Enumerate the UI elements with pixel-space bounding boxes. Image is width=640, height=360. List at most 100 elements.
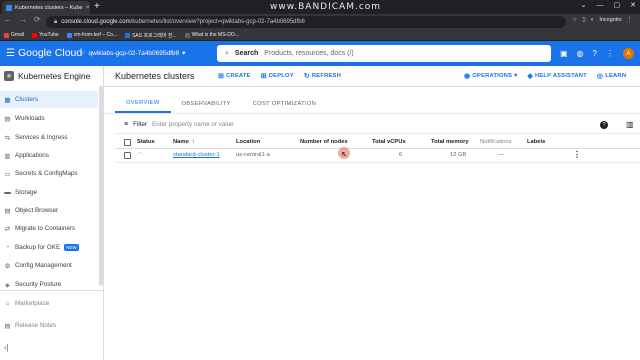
column-notifications[interactable]: Notifications: [480, 139, 512, 145]
tabs-divider: [104, 113, 640, 114]
google-cloud-logo[interactable]: Google Cloud: [18, 47, 82, 59]
minimize-icon[interactable]: —: [597, 2, 604, 9]
tab-cost-optimization[interactable]: COST OPTIMIZATION: [242, 101, 328, 112]
cluster-name-link[interactable]: standard-cluster-1: [173, 152, 220, 158]
right-actions: ◉ OPERATIONS ▾ ◆ HELP ASSISTANT ◎ LEARN: [464, 72, 626, 80]
column-nodes[interactable]: Number of nodes: [300, 139, 348, 145]
sidebar-item-label: Applications: [15, 152, 49, 159]
refresh-icon: ↻: [303, 73, 310, 80]
avatar[interactable]: A: [623, 48, 634, 59]
services-icon: ⇆: [4, 134, 11, 142]
filter-input[interactable]: Enter property name or value: [152, 121, 234, 128]
bookmark-sas[interactable]: SAS 프로그래머 전...: [125, 32, 177, 39]
sidepanel-icon[interactable]: ▯: [582, 16, 585, 23]
bookmark-label: Gmail: [11, 32, 25, 38]
help-assistant-label: HELP ASSISTANT: [534, 73, 587, 79]
config-icon: ⚙: [4, 262, 11, 270]
project-selector[interactable]: ⁘ qwiklabs-gcp-02-7a4b0695dfb8 ▾: [80, 49, 185, 58]
bookmarks-bar: Gmail YouTube vm-from-terf – Co... SAS 프…: [0, 30, 640, 41]
column-status[interactable]: Status: [137, 139, 155, 145]
column-location[interactable]: Location: [236, 139, 260, 145]
gmail-icon: [4, 32, 9, 38]
row-actions-icon[interactable]: ⋮: [573, 150, 581, 159]
kubernetes-engine-icon: ✵: [4, 71, 14, 81]
column-name[interactable]: Name: [173, 139, 189, 145]
browser-tab[interactable]: Kubernetes clusters – Kubernete ×: [2, 1, 90, 14]
storage-icon: ▬: [4, 189, 11, 196]
help-assistant-icon: ◆: [527, 73, 533, 80]
select-all-checkbox[interactable]: [124, 139, 131, 146]
help-icon[interactable]: ?: [593, 49, 597, 58]
sidebar-item-object-browser[interactable]: ▤ Object Browser: [0, 202, 98, 219]
sidebar-item-label: Clusters: [15, 96, 39, 103]
tab-observability[interactable]: OBSERVABILITY: [171, 101, 242, 112]
column-memory[interactable]: Total memory: [431, 139, 469, 145]
deploy-icon: ⊞: [260, 73, 267, 80]
new-tab-button[interactable]: +: [94, 1, 100, 13]
help-icon[interactable]: ?: [600, 121, 608, 129]
sidebar-item-config-management[interactable]: ⚙ Config Management: [0, 257, 98, 274]
search-placeholder: Products, resources, docs (/): [264, 50, 354, 57]
incognito-icon[interactable]: ◐: [591, 17, 595, 23]
notifications-icon[interactable]: ◍: [577, 49, 584, 58]
bookmark-vm-from-terf[interactable]: vm-from-terf – Co...: [66, 32, 117, 38]
create-button[interactable]: ⊞ CREATE: [218, 72, 251, 80]
navigation-buttons: ← → ⟳: [4, 15, 41, 24]
brand-name: Google Cloud: [18, 47, 83, 59]
header-icons: ▣ ◍ ? ⋮ A: [560, 48, 634, 59]
sidebar-item-backup-for-gke[interactable]: ◔ Backup for GKE NEW: [0, 239, 98, 256]
sidebar-item-clusters[interactable]: ▦ Clusters: [0, 91, 98, 108]
help-assistant-button[interactable]: ◆ HELP ASSISTANT: [527, 72, 587, 80]
bookmark-ms-do[interactable]: What is the MS-DO...: [184, 32, 239, 38]
sidebar-item-services-ingress[interactable]: ⇆ Services & Ingress: [0, 129, 98, 146]
sidebar-item-release-notes[interactable]: ▤ Release Notes: [0, 317, 98, 334]
applications-icon: ▥: [4, 152, 11, 160]
operations-button[interactable]: ◉ OPERATIONS ▾: [464, 72, 517, 80]
url-host: console.cloud.google.com: [61, 19, 131, 25]
product-name: Kubernetes Engine: [18, 71, 91, 81]
toolbar-divider: [104, 86, 640, 87]
close-window-icon[interactable]: ✕: [630, 1, 636, 9]
search-bar[interactable]: ⌕ Search Products, resources, docs (/): [217, 45, 551, 62]
watermark-main: www.BANDICAM: [270, 2, 355, 12]
bookmark-star-icon[interactable]: ☆: [572, 16, 577, 23]
sidebar-item-migrate-to-containers[interactable]: ⇄ Migrate to Containers: [0, 220, 98, 237]
filter-bar[interactable]: ≡ Filter Enter property name or value: [124, 121, 234, 128]
main-menu-icon[interactable]: ☰: [6, 48, 15, 59]
address-bar[interactable]: 🔒︎ console.cloud.google.com/kubernetes/l…: [46, 16, 566, 28]
deploy-button[interactable]: ⊞ DEPLOY: [261, 72, 294, 80]
sidebar-item-marketplace[interactable]: ⌂ Marketplace: [0, 295, 98, 312]
reload-icon[interactable]: ⟳: [34, 15, 41, 24]
sidebar-item-workloads[interactable]: ▤ Workloads: [0, 110, 98, 127]
learn-button[interactable]: ◎ LEARN: [597, 72, 626, 80]
cloud-shell-icon[interactable]: ▣: [560, 49, 568, 58]
bookmark-label: What is the MS-DO...: [191, 32, 239, 38]
sidebar-item-applications[interactable]: ▥ Applications: [0, 147, 98, 164]
migrate-icon: ⇄: [4, 225, 11, 233]
sidebar-scrollbar[interactable]: [99, 86, 103, 286]
back-icon[interactable]: ←: [4, 15, 12, 24]
bookmark-youtube[interactable]: YouTube: [32, 32, 59, 38]
learn-icon: ◎: [596, 73, 604, 80]
tab-overview[interactable]: OVERVIEW: [115, 100, 171, 113]
row-checkbox[interactable]: [124, 152, 131, 159]
column-vcpus[interactable]: Total vCPUs: [372, 139, 406, 145]
maximize-icon[interactable]: ▢: [614, 1, 621, 9]
search-label: Search: [234, 50, 259, 57]
sidebar-item-secrets-configmaps[interactable]: ▭ Secrets & ConfigMaps: [0, 165, 98, 182]
sort-arrow-icon[interactable]: ↑: [192, 139, 195, 145]
collapse-sidebar-icon[interactable]: ‹|: [4, 343, 9, 352]
forward-icon[interactable]: →: [19, 15, 27, 24]
add-box-icon: ⊞: [218, 73, 225, 80]
browser-menu-icon[interactable]: ⋮: [627, 16, 633, 23]
refresh-button[interactable]: ↻ REFRESH: [304, 72, 341, 80]
close-tab-icon[interactable]: ×: [86, 5, 90, 11]
marketplace-icon: ⌂: [5, 300, 10, 307]
tab-search-icon[interactable]: ⌄: [581, 1, 587, 9]
column-display-icon[interactable]: ▥: [626, 120, 634, 129]
security-icon: ◈: [5, 281, 10, 289]
more-options-icon[interactable]: ⋮: [606, 49, 614, 58]
column-labels[interactable]: Labels: [527, 139, 545, 145]
sidebar-item-storage[interactable]: ▬ Storage: [0, 184, 98, 201]
bookmark-gmail[interactable]: Gmail: [4, 32, 24, 38]
